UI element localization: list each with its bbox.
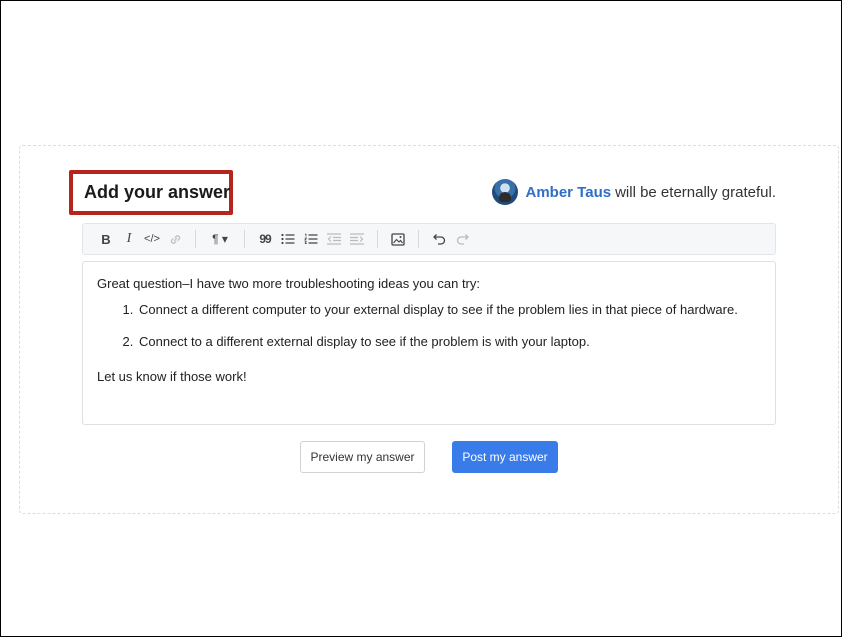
bullet-list-icon[interactable] [277, 228, 299, 250]
user-name-link[interactable]: Amber Taus [526, 184, 612, 201]
editor-list: Connect a different computer to your ext… [97, 301, 761, 351]
quote-icon[interactable]: 99 [254, 228, 276, 250]
outdent-icon[interactable] [323, 228, 345, 250]
list-item: Connect a different computer to your ext… [137, 301, 761, 319]
post-button[interactable]: Post my answer [452, 441, 558, 473]
toolbar-separator [377, 230, 378, 248]
editor-outro: Let us know if those work! [97, 368, 247, 384]
editor-toolbar: B I </> ¶ ▾ 99 [82, 223, 776, 255]
grateful-note: Amber Taus will be eternally grateful. [491, 177, 776, 207]
indent-icon[interactable] [346, 228, 368, 250]
toolbar-separator [418, 230, 419, 248]
redo-icon[interactable] [451, 228, 473, 250]
list-item: Connect to a different external display … [137, 333, 761, 351]
paragraph-icon[interactable]: ¶ ▾ [205, 228, 235, 250]
bold-icon[interactable]: B [95, 228, 117, 250]
code-icon[interactable]: </> [141, 228, 163, 250]
toolbar-separator [244, 230, 245, 248]
toolbar-separator [195, 230, 196, 248]
undo-icon[interactable] [428, 228, 450, 250]
answer-editor[interactable]: Great question–I have two more troublesh… [82, 261, 776, 425]
preview-button[interactable]: Preview my answer [300, 441, 425, 473]
image-icon[interactable] [387, 228, 409, 250]
link-icon[interactable] [164, 228, 186, 250]
page-title: Add your answer [84, 182, 231, 202]
grateful-text: will be eternally grateful. [615, 183, 776, 201]
editor-intro: Great question–I have two more troublesh… [97, 276, 480, 291]
title-highlight-box: Add your answer [69, 170, 233, 215]
italic-icon[interactable]: I [118, 228, 140, 250]
avatar[interactable] [491, 179, 518, 205]
numbered-list-icon[interactable] [300, 228, 322, 250]
answer-card: Add your answer Amber Taus will be etern… [19, 145, 839, 514]
